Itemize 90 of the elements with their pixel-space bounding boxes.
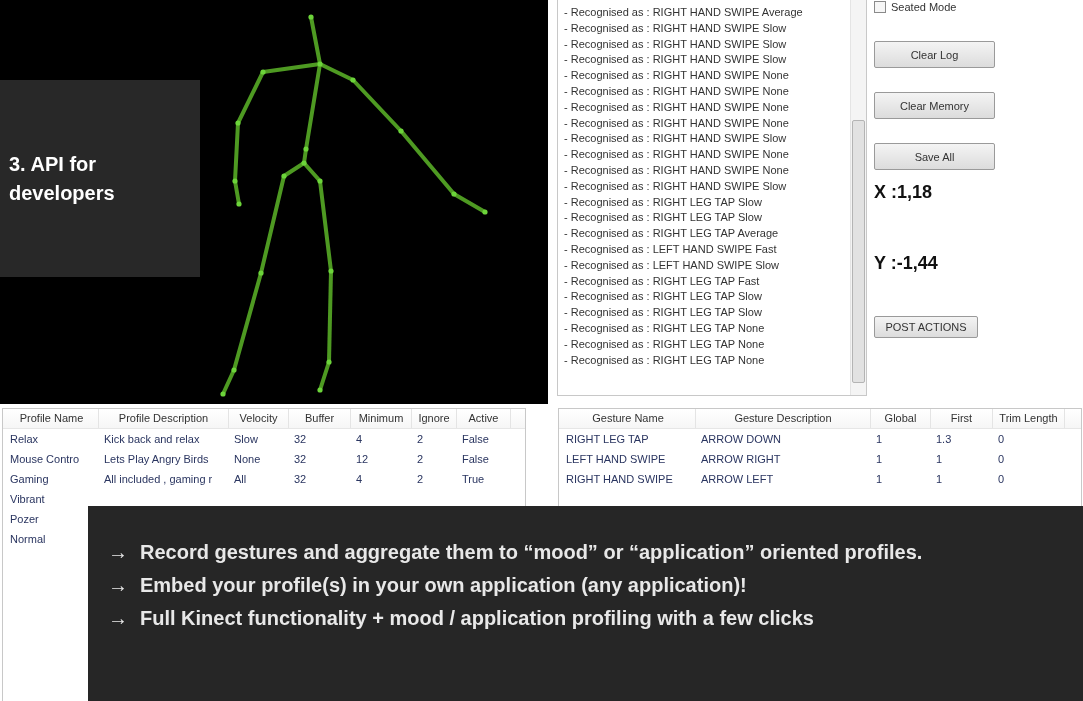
table-cell-text: Vibrant <box>9 493 46 505</box>
checkbox-label: Seated Mode <box>891 1 957 13</box>
log-entry: - Recognised as : RIGHT HAND SWIPE None <box>564 162 790 178</box>
x-reading: X :1,18 <box>874 182 933 203</box>
log-entry: - Recognised as : RIGHT HAND SWIPE Slow <box>564 178 788 194</box>
log-entry: - Recognised as : RIGHT LEG TAP Slow <box>564 210 763 226</box>
log-entry: - Recognised as : RIGHT HAND SWIPE None <box>564 68 790 84</box>
table-cell-text: None <box>233 453 262 465</box>
log-entry: - Recognised as : RIGHT HAND SWIPE None <box>564 99 790 115</box>
log-entry: - Recognised as : RIGHT HAND SWIPE Slow <box>564 131 788 147</box>
log-entry: - Recognised as : LEFT HAND SWIPE Slow <box>564 257 780 273</box>
table-cell-text: 2 <box>416 473 425 485</box>
column-header[interactable]: Gesture Description <box>696 409 871 428</box>
y-reading: Y :-1,44 <box>874 253 938 274</box>
log-entry: - Recognised as : RIGHT HAND SWIPE Slow <box>564 52 788 68</box>
table-cell-text: 32 <box>293 453 308 465</box>
table-cell-text: 12 <box>355 453 370 465</box>
checkbox[interactable] <box>874 1 886 13</box>
table-cell-text: True <box>461 473 486 485</box>
table-cell-text: Gaming <box>9 473 50 485</box>
bullet-text: Record gestures and aggregate them to “mood” or “application” oriented profiles. <box>140 540 923 565</box>
log-entry: - Recognised as : RIGHT HAND SWIPE None <box>564 84 790 99</box>
log-entry: - Recognised as : RIGHT LEG TAP None <box>564 352 766 368</box>
log-entry: - Recognised as : RIGHT HAND SWIPE Slow <box>564 36 788 52</box>
log-entry: - Recognised as : RIGHT LEG TAP None <box>564 336 766 352</box>
post-actions-button[interactable]: POST ACTIONS <box>874 316 978 338</box>
log-entry: - Recognised as : RIGHT LEG TAP Slow <box>564 305 763 321</box>
log-entry: - Recognised as : RIGHT LEG TAP Slow <box>564 194 763 210</box>
table-cell-text: Pozer <box>9 513 40 525</box>
log-entry: - Recognised as : RIGHT LEG TAP Slow <box>564 289 763 305</box>
bullet-text: Embed your profile(s) in your own application (any application)! <box>140 573 747 598</box>
table-cell-text: 32 <box>293 433 308 445</box>
table-cell-text: 1 <box>875 453 884 465</box>
table-cell-text: False <box>461 433 490 445</box>
table-cell-text: ARROW RIGHT <box>700 453 782 465</box>
log-entry: - Recognised as : RIGHT HAND SWIPE None <box>564 147 790 163</box>
table-cell-text: 4 <box>355 473 364 485</box>
table-cell-text: 1 <box>875 473 884 485</box>
table-cell-text: 1 <box>935 453 944 465</box>
table-cell-text: Slow <box>233 433 259 445</box>
table-cell-text: 0 <box>997 433 1006 445</box>
table-cell-text: 1.3 <box>935 433 953 445</box>
table-cell-text: LEFT HAND SWIPE <box>565 453 667 465</box>
table-cell-text: 32 <box>293 473 308 485</box>
table-cell-text: Lets Play Angry Birds <box>103 453 210 465</box>
bullet-arrow: → <box>108 540 128 565</box>
action-button[interactable]: Clear Memory <box>874 92 995 119</box>
table-cell-text: False <box>461 453 490 465</box>
column-header[interactable]: Minimum <box>351 409 412 428</box>
column-header[interactable]: Profile Description <box>99 409 229 428</box>
table-cell-text: RIGHT HAND SWIPE <box>565 473 674 485</box>
bullet-arrow: → <box>108 606 128 631</box>
scrollbar[interactable] <box>850 0 866 395</box>
table-cell-text: 2 <box>416 433 425 445</box>
table-cell-text: 4 <box>355 433 364 445</box>
log-entry: - Recognised as : RIGHT HAND SWIPE Average <box>564 5 804 20</box>
action-button[interactable]: Clear Log <box>874 41 995 68</box>
column-header[interactable]: Profile Name <box>5 409 99 428</box>
log-entry: - Recognised as : RIGHT LEG TAP None <box>564 320 766 336</box>
table-cell-text: Relax <box>9 433 40 445</box>
column-header[interactable]: Global <box>871 409 931 428</box>
table-cell-text: Mouse Contro <box>9 453 81 465</box>
table-cell-text: 1 <box>935 473 944 485</box>
table-cell-text: Normal <box>9 533 47 545</box>
table-cell-text: Kick back and relax <box>103 433 201 445</box>
bullet-text: Full Kinect functionality + mood / application profiling with a few clicks <box>140 606 814 631</box>
table-cell-text: ARROW DOWN <box>700 433 783 445</box>
column-header[interactable]: Buffer <box>289 409 351 428</box>
table-cell-text: ARROW LEFT <box>700 473 775 485</box>
log-entry: - Recognised as : LEFT HAND SWIPE Fast <box>564 241 778 257</box>
log-entry: - Recognised as : RIGHT HAND SWIPE Slow <box>564 20 788 36</box>
action-button[interactable]: Save All <box>874 143 995 170</box>
column-header[interactable]: Active <box>457 409 511 428</box>
table-cell-text: 0 <box>997 473 1006 485</box>
column-header[interactable]: Ignore <box>412 409 457 428</box>
bullet-arrow: → <box>108 573 128 598</box>
table-cell-text: 0 <box>997 453 1006 465</box>
table-cell-text: 1 <box>875 433 884 445</box>
table-cell-text: All included , gaming r <box>103 473 214 485</box>
column-header[interactable]: Gesture Name <box>561 409 696 428</box>
column-header[interactable]: First <box>931 409 993 428</box>
caption-text: 3. API for developers <box>9 151 116 206</box>
column-header[interactable]: Trim Length <box>993 409 1065 428</box>
log-entry: - Recognised as : RIGHT LEG TAP Average <box>564 226 780 242</box>
table-cell-text: All <box>233 473 248 485</box>
column-header[interactable]: Velocity <box>229 409 289 428</box>
table-cell-text: 2 <box>416 453 425 465</box>
log-entry: - Recognised as : RIGHT LEG TAP Fast <box>564 273 761 289</box>
log-entry: - Recognised as : RIGHT HAND SWIPE None <box>564 115 790 131</box>
table-cell-text: RIGHT LEG TAP <box>565 433 650 445</box>
